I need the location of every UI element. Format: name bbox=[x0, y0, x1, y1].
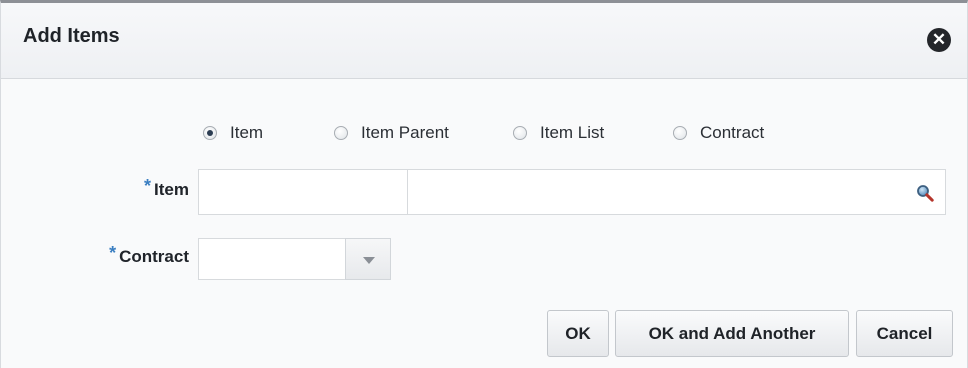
add-items-dialog: Add Items ✕ Item Item Parent Item List C… bbox=[0, 0, 968, 368]
ok-and-add-another-button[interactable]: OK and Add Another bbox=[615, 310, 849, 357]
radio-contract[interactable]: Contract bbox=[673, 121, 764, 145]
item-description-field[interactable] bbox=[407, 169, 946, 215]
ok-button[interactable]: OK bbox=[547, 310, 609, 357]
radio-label-item-parent: Item Parent bbox=[361, 123, 449, 142]
chevron-down-icon[interactable] bbox=[345, 238, 391, 280]
close-icon[interactable]: ✕ bbox=[927, 28, 951, 52]
required-indicator: * bbox=[144, 176, 152, 196]
item-label-text: Item bbox=[154, 180, 189, 199]
radio-item[interactable]: Item bbox=[203, 121, 263, 145]
radio-button[interactable] bbox=[334, 126, 348, 140]
dialog-header: Add Items ✕ bbox=[1, 3, 967, 79]
radio-button-selected[interactable] bbox=[203, 126, 217, 140]
radio-label-item: Item bbox=[230, 123, 264, 142]
radio-button[interactable] bbox=[673, 126, 687, 140]
contract-select[interactable] bbox=[198, 238, 346, 280]
dialog-title: Add Items bbox=[23, 25, 120, 47]
contract-label-text: Contract bbox=[119, 247, 189, 266]
item-input[interactable] bbox=[198, 169, 408, 215]
search-icon[interactable] bbox=[916, 184, 934, 202]
radio-label-contract: Contract bbox=[700, 123, 765, 142]
required-indicator: * bbox=[109, 243, 117, 263]
contract-field-label: * Contract bbox=[59, 243, 189, 267]
radio-item-parent[interactable]: Item Parent bbox=[334, 121, 449, 145]
radio-item-list[interactable]: Item List bbox=[513, 121, 604, 145]
cancel-button[interactable]: Cancel bbox=[856, 310, 953, 357]
radio-label-item-list: Item List bbox=[540, 123, 605, 142]
radio-button[interactable] bbox=[513, 126, 527, 140]
item-field-label: * Item bbox=[119, 176, 189, 200]
